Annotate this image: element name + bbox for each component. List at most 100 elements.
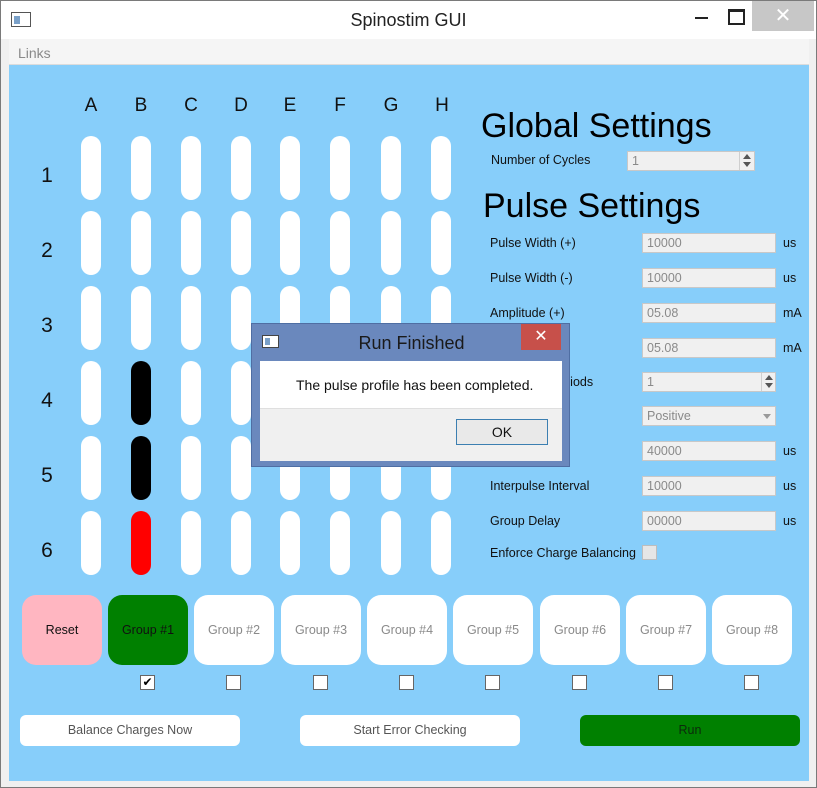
cycles-spinbox[interactable]: 1	[627, 151, 755, 171]
electrode-c3[interactable]	[181, 286, 201, 350]
electrode-a2[interactable]	[81, 211, 101, 275]
periods-spinbox[interactable]: 1	[642, 372, 776, 392]
group-delay-label: Group Delay	[490, 514, 561, 528]
electrode-b5[interactable]	[131, 436, 151, 500]
electrode-d6[interactable]	[231, 511, 251, 575]
run-finished-dialog: Run Finished ✕ The pulse profile has bee…	[251, 323, 570, 467]
electrode-g6[interactable]	[381, 511, 401, 575]
electrode-c5[interactable]	[181, 436, 201, 500]
reset-button[interactable]: Reset	[22, 595, 102, 665]
periods-spin-arrows-icon[interactable]	[761, 373, 775, 391]
cycles-label: Number of Cycles	[491, 153, 591, 167]
group-5-button[interactable]: Group #5	[453, 595, 533, 665]
electrode-a1[interactable]	[81, 136, 101, 200]
electrode-b4[interactable]	[131, 361, 151, 425]
amplitude-pos-unit: mA	[783, 306, 802, 320]
group-3-checkbox[interactable]	[313, 675, 328, 690]
group-2-button[interactable]: Group #2	[194, 595, 274, 665]
dialog-ok-button[interactable]: OK	[456, 419, 548, 445]
electrode-c4[interactable]	[181, 361, 201, 425]
pulse-width-pos-input[interactable]: 10000	[642, 233, 776, 253]
column-label-g: G	[383, 95, 399, 116]
run-button[interactable]: Run	[580, 715, 800, 746]
electrode-b1[interactable]	[131, 136, 151, 200]
group-8-button[interactable]: Group #8	[712, 595, 792, 665]
electrode-f6[interactable]	[330, 511, 350, 575]
electrode-h2[interactable]	[431, 211, 451, 275]
period-unit: us	[783, 444, 797, 458]
amplitude-pos-input[interactable]: 05.08	[642, 303, 776, 323]
start-error-checking-button[interactable]: Start Error Checking	[300, 715, 520, 746]
cycles-spin-arrows-icon[interactable]	[739, 152, 753, 170]
maximize-button[interactable]	[718, 1, 752, 31]
electrode-h1[interactable]	[431, 136, 451, 200]
electrode-b3[interactable]	[131, 286, 151, 350]
group-6-checkbox[interactable]	[572, 675, 587, 690]
electrode-d1[interactable]	[231, 136, 251, 200]
electrode-a4[interactable]	[81, 361, 101, 425]
row-label-1: 1	[41, 164, 53, 187]
group-1-button[interactable]: Group #1	[108, 595, 188, 665]
pulse-width-neg-unit: us	[783, 271, 797, 285]
group-2-checkbox[interactable]	[226, 675, 241, 690]
electrode-c1[interactable]	[181, 136, 201, 200]
electrode-c2[interactable]	[181, 211, 201, 275]
balance-charges-button[interactable]: Balance Charges Now	[20, 715, 240, 746]
group-8-checkbox[interactable]	[744, 675, 759, 690]
electrode-b2[interactable]	[131, 211, 151, 275]
column-label-c: C	[184, 95, 198, 116]
dialog-message: The pulse profile has been completed.	[296, 377, 534, 393]
electrode-b6[interactable]	[131, 511, 151, 575]
group-1-checkbox[interactable]: ✔	[140, 675, 155, 690]
pulse-width-neg-input[interactable]: 10000	[642, 268, 776, 288]
column-label-b: B	[134, 95, 148, 116]
group-7-checkbox[interactable]	[658, 675, 673, 690]
dialog-body: The pulse profile has been completed. OK	[260, 361, 562, 461]
group-4-button[interactable]: Group #4	[367, 595, 447, 665]
electrode-g2[interactable]	[381, 211, 401, 275]
electrode-a5[interactable]	[81, 436, 101, 500]
interpulse-unit: us	[783, 479, 797, 493]
dialog-close-button[interactable]: ✕	[521, 324, 561, 350]
electrode-d3[interactable]	[231, 286, 251, 350]
polarity-dropdown[interactable]: Positive	[642, 406, 776, 426]
interpulse-input[interactable]: 10000	[642, 476, 776, 496]
group-6-button[interactable]: Group #6	[540, 595, 620, 665]
global-settings-title: Global Settings	[481, 107, 712, 145]
group-4-checkbox[interactable]	[399, 675, 414, 690]
group-7-button[interactable]: Group #7	[626, 595, 706, 665]
electrode-e6[interactable]	[280, 511, 300, 575]
electrode-d2[interactable]	[231, 211, 251, 275]
row-label-3: 3	[41, 314, 53, 337]
charge-balancing-checkbox[interactable]	[642, 545, 657, 560]
row-label-6: 6	[41, 539, 53, 562]
electrode-c6[interactable]	[181, 511, 201, 575]
electrode-a6[interactable]	[81, 511, 101, 575]
electrode-f2[interactable]	[330, 211, 350, 275]
electrode-e2[interactable]	[280, 211, 300, 275]
group-delay-input[interactable]: 00000	[642, 511, 776, 531]
title-bar: Spinostim GUI ✕	[1, 1, 816, 39]
electrode-g1[interactable]	[381, 136, 401, 200]
group-3-button[interactable]: Group #3	[281, 595, 361, 665]
electrode-e1[interactable]	[280, 136, 300, 200]
minimize-button[interactable]	[685, 1, 719, 31]
group-5-checkbox[interactable]	[485, 675, 500, 690]
electrode-d5[interactable]	[231, 436, 251, 500]
period-input[interactable]: 40000	[642, 441, 776, 461]
electrode-a3[interactable]	[81, 286, 101, 350]
electrode-f1[interactable]	[330, 136, 350, 200]
pulse-width-pos-label: Pulse Width (+)	[490, 236, 576, 250]
charge-balancing-label: Enforce Charge Balancing	[490, 546, 636, 560]
row-label-4: 4	[41, 389, 53, 412]
amplitude-neg-input[interactable]: 05.08	[642, 338, 776, 358]
group-delay-unit: us	[783, 514, 797, 528]
electrode-h6[interactable]	[431, 511, 451, 575]
column-label-e: E	[283, 95, 297, 116]
periods-label: riods	[566, 375, 594, 389]
close-button[interactable]: ✕	[752, 1, 814, 31]
menu-links[interactable]: Links	[18, 45, 51, 61]
column-label-d: D	[234, 95, 248, 116]
pulse-width-pos-unit: us	[783, 236, 797, 250]
electrode-d4[interactable]	[231, 361, 251, 425]
